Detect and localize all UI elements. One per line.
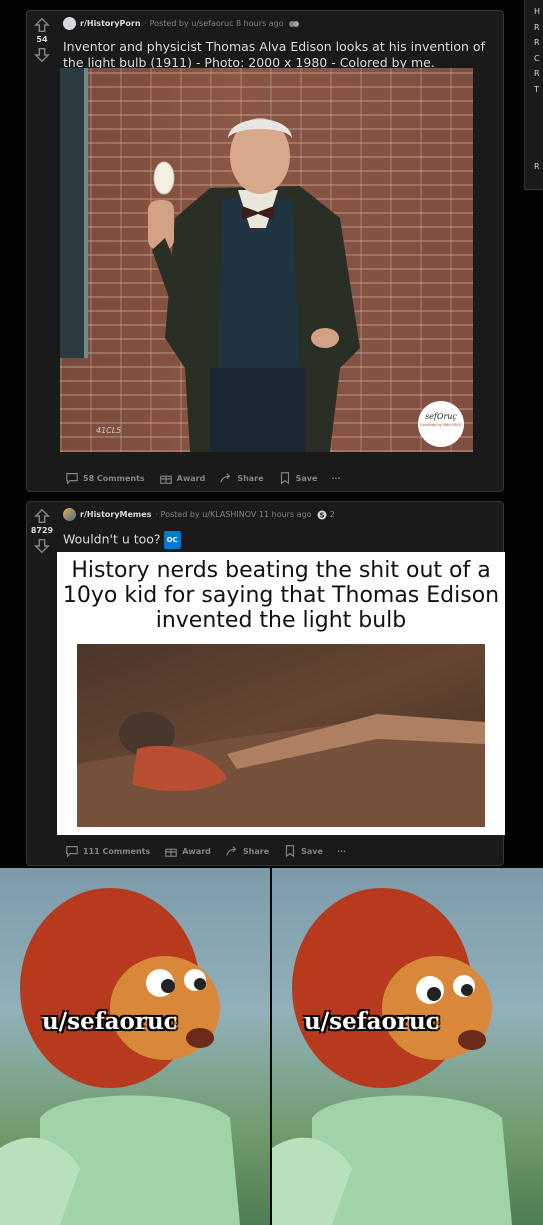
save-label: Save bbox=[295, 473, 318, 483]
bookmark-icon bbox=[280, 472, 289, 485]
sidebar-letter: R bbox=[534, 162, 540, 171]
sidebar-letter: H bbox=[534, 7, 541, 16]
award-count: 2 bbox=[329, 510, 335, 519]
more-options-button[interactable]: ··· bbox=[337, 847, 346, 856]
reaction-panel-left: u/sefaoruc bbox=[0, 868, 270, 1225]
sidebar-letter: R bbox=[534, 38, 540, 47]
puppet-monkey-right bbox=[272, 888, 512, 1225]
comment-icon bbox=[66, 473, 78, 485]
vote-count: 54 bbox=[36, 35, 48, 44]
coin-award-icon: S bbox=[317, 510, 327, 519]
comments-label: 58 Comments bbox=[83, 473, 145, 483]
comments-label: 111 Comments bbox=[83, 846, 151, 856]
save-button[interactable]: Save bbox=[278, 471, 318, 485]
subreddit-icon[interactable] bbox=[63, 508, 76, 521]
right-sidebar: H R R C R T R bbox=[524, 0, 543, 190]
meme-scene bbox=[77, 644, 485, 827]
subreddit-link[interactable]: r/HistoryMemes bbox=[80, 510, 151, 519]
more-options-button[interactable]: ··· bbox=[331, 474, 340, 483]
sidebar-letter: R bbox=[534, 69, 540, 78]
reaction-panel-right: u/sefaoruc bbox=[272, 868, 543, 1225]
meme-scene-art bbox=[77, 644, 485, 827]
posted-by: · Posted by u/sefaoruc 8 hours ago bbox=[144, 19, 284, 28]
sidebar-letter: T bbox=[534, 84, 539, 94]
comment-icon bbox=[66, 846, 78, 858]
vote-count: 8729 bbox=[30, 526, 54, 535]
share-button[interactable]: Share bbox=[225, 844, 269, 858]
panel-right-label: u/sefaoruc bbox=[304, 1008, 440, 1035]
gift-icon bbox=[159, 475, 172, 484]
award-button[interactable]: Award bbox=[164, 844, 211, 858]
meme-caption: History nerds beating the shit out of a … bbox=[62, 558, 500, 633]
post-actions: 111 Comments Award Share Save ··· bbox=[65, 844, 346, 858]
sidebar-letter: C bbox=[534, 53, 540, 63]
share-button[interactable]: Share bbox=[219, 471, 264, 485]
downvote-arrow-icon[interactable] bbox=[33, 537, 51, 555]
svg-text:S: S bbox=[319, 511, 324, 519]
share-label: Share bbox=[237, 473, 264, 483]
share-icon bbox=[226, 846, 237, 856]
upvote-arrow-icon[interactable] bbox=[33, 507, 51, 525]
award-badge-icon bbox=[288, 20, 299, 27]
post-meta: r/HistoryPorn · Posted by u/sefaoruc 8 h… bbox=[63, 17, 300, 30]
panel-left-label: u/sefaoruc bbox=[42, 1008, 178, 1035]
sidebar-letter: R bbox=[534, 22, 540, 32]
comments-button[interactable]: 111 Comments bbox=[65, 844, 150, 858]
post-image-meme[interactable]: History nerds beating the shit out of a … bbox=[57, 552, 505, 835]
post-title[interactable]: Inventor and physicist Thomas Alva Ediso… bbox=[63, 39, 493, 71]
colorist-watermark: sefOruç Colorized by Sefa ORUÇ bbox=[420, 412, 462, 428]
share-label: Share bbox=[242, 846, 270, 856]
award-label: Award bbox=[182, 846, 211, 856]
post-actions: 58 Comments Award Share Save ··· bbox=[65, 471, 341, 485]
gift-icon bbox=[165, 848, 178, 857]
save-button[interactable]: Save bbox=[283, 844, 323, 858]
subreddit-icon[interactable] bbox=[63, 17, 76, 30]
share-icon bbox=[220, 473, 231, 483]
puppet-monkey-left bbox=[0, 888, 240, 1225]
post-image-edison[interactable]: sefOruç Colorized by Sefa ORUÇ 41CL5 bbox=[60, 68, 473, 452]
upvote-arrow-icon[interactable] bbox=[33, 16, 51, 34]
post-title[interactable]: Wouldn't u too? OC bbox=[63, 531, 181, 549]
oc-flair[interactable]: OC bbox=[163, 531, 181, 549]
post-title-text: Wouldn't u too? bbox=[63, 531, 161, 547]
posted-by: · Posted by u/KLASHINOV 11 hours ago bbox=[155, 510, 312, 519]
edison-figure bbox=[148, 118, 464, 452]
vote-column: 54 bbox=[27, 11, 57, 64]
comments-button[interactable]: 58 Comments bbox=[65, 471, 145, 485]
post-meta: r/HistoryMemes · Posted by u/KLASHINOV 1… bbox=[63, 508, 335, 521]
save-label: Save bbox=[301, 846, 323, 856]
vote-column: 8729 bbox=[27, 502, 57, 555]
bookmark-icon bbox=[286, 845, 295, 858]
subreddit-link[interactable]: r/HistoryPorn bbox=[80, 19, 141, 28]
downvote-arrow-icon[interactable] bbox=[33, 46, 51, 64]
award-label: Award bbox=[176, 473, 206, 483]
award-button[interactable]: Award bbox=[159, 471, 206, 485]
photo-corner-mark: 41CL5 bbox=[96, 426, 122, 435]
